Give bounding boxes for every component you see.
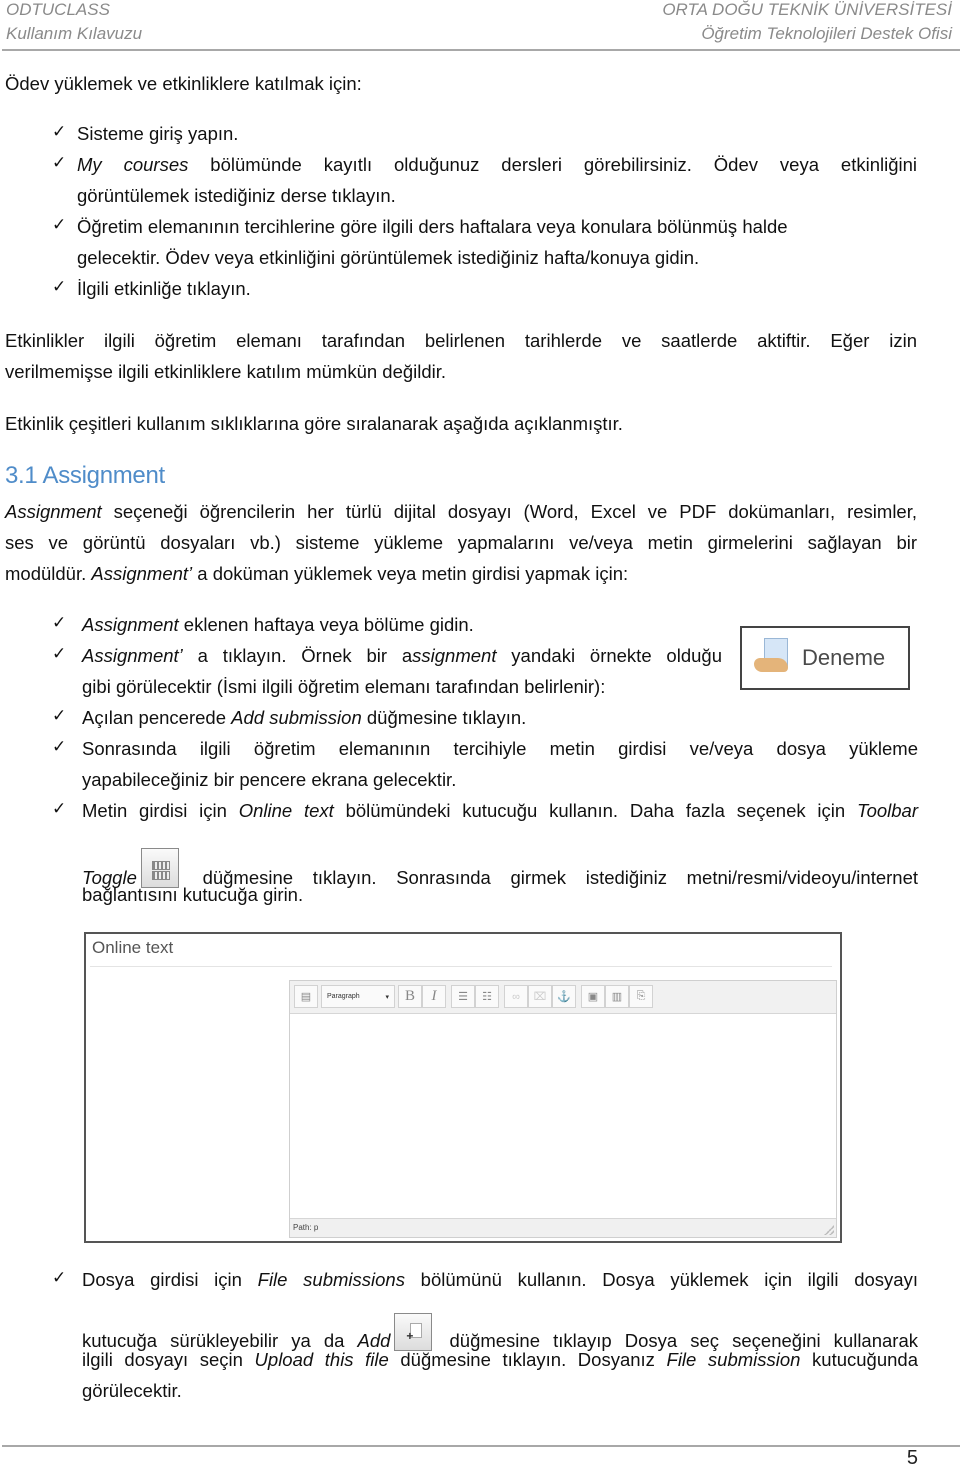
my-courses-term: My courses [77, 154, 189, 175]
file-manager-icon[interactable]: ⎘ [629, 985, 653, 1008]
header-right: ORTA DOĞU TEKNİK ÜNİVERSİTESİ Öğretim Te… [662, 0, 952, 46]
step-4: İlgili etkinliğe tıklayın. [77, 278, 251, 299]
upload-this-file-term: Upload this file [254, 1349, 389, 1370]
active-dates-line2: verilmemişse ilgili etkinliklere katılım… [5, 361, 447, 382]
assignment-term: Assignment [5, 501, 102, 522]
toolbar-toggle-icon[interactable]: ▤ [294, 985, 318, 1008]
desc-text: modüldür. [5, 563, 92, 584]
assign-step-2-line1: Assignment’ a tıklayın. Örnek bir assign… [82, 640, 722, 671]
section-desc-line1: Assignment seçeneği öğrencilerin her tür… [5, 496, 917, 527]
assignment-link-example[interactable]: Deneme [740, 626, 910, 690]
media-icon[interactable]: ▥ [605, 985, 629, 1008]
assignment-term: Assignment’ [82, 645, 183, 666]
format-select-value: Paragraph [327, 993, 360, 1000]
editor-toolbar: ▤ Paragraph ▾ B I ☰ ☷ ∞ ⌧ ⚓ ▣ ▥ ⎘ [290, 981, 836, 1014]
path-label: Path: p [293, 1223, 319, 1232]
footer-divider [2, 1445, 960, 1447]
check-icon: ✓ [52, 215, 67, 234]
step-text: bölümünü kullanın. Dosya yüklemek için i… [404, 1269, 918, 1290]
desc-text: a doküman yüklemek veya metin girdisi ya… [192, 563, 629, 584]
assign-step-5-line1: Metin girdisi için Online text bölümünde… [82, 795, 918, 826]
unordered-list-icon[interactable]: ☰ [451, 985, 475, 1008]
assign-step-3: Açılan pencerede Add submission düğmesin… [82, 702, 918, 733]
check-icon: ✓ [52, 613, 67, 632]
check-icon: ✓ [52, 644, 67, 663]
step-text: Açılan pencerede [82, 707, 232, 728]
step-text: Dosya girdisi için [82, 1269, 258, 1290]
step-text: eklenen haftaya veya bölüme gidin. [178, 614, 474, 635]
online-text-title: Online text [92, 938, 174, 957]
assign-step-4-line1: Sonrasında ilgili öğretim elemanının ter… [82, 738, 918, 759]
step-text: Metin girdisi için [82, 800, 239, 821]
assign-step-4-line2: yapabileceğiniz bir pencere ekrana gelec… [82, 769, 457, 790]
check-icon: ✓ [52, 799, 67, 818]
link-icon[interactable]: ∞ [504, 985, 528, 1008]
image-icon[interactable]: ▣ [581, 985, 605, 1008]
header-doc-title: Kullanım Kılavuzu [6, 24, 143, 43]
step-text: kutucuğunda [800, 1349, 918, 1370]
header-divider [2, 49, 960, 51]
check-icon: ✓ [52, 277, 67, 296]
step-2-line1: My courses bölümünde kayıtlı olduğunuz d… [77, 149, 917, 180]
step-3-line2: gelecektir. Ödev veya etkinliğini görünt… [77, 247, 700, 268]
header-left: ODTUCLASS Kullanım Kılavuzu [6, 0, 142, 46]
step-2-text: bölümünde kayıtlı olduğunuz dersleri gör… [188, 154, 918, 175]
toolbar-term: Toolbar [856, 800, 918, 821]
assignment-term: ssignment [412, 645, 497, 666]
check-icon: ✓ [52, 122, 67, 141]
assignment-term: Assignment’ [91, 563, 193, 584]
step-text: yandaki örnekte olduğu [496, 645, 722, 666]
header-product: ODTUCLASS [6, 0, 110, 19]
step-1: Sisteme giriş yapın. [77, 123, 239, 144]
format-select[interactable]: Paragraph ▾ [321, 985, 395, 1008]
page-header: ODTUCLASS Kullanım Kılavuzu ORTA DOĞU TE… [0, 0, 960, 51]
step-2-line2: görüntülemek istediğiniz derse tıklayın. [77, 185, 396, 206]
assign-step-6-line1: Dosya girdisi için File submissions bölü… [82, 1264, 918, 1295]
section-desc-line3: modüldür. Assignment’ a doküman yüklemek… [5, 558, 917, 589]
file-submission-term: File submission [666, 1349, 801, 1370]
step-text: bölümündeki kutucuğu kullanın. Daha fazl… [333, 800, 857, 821]
resize-handle-icon[interactable] [824, 1225, 834, 1235]
section-heading: 3.1 Assignment [5, 462, 165, 489]
file-submissions-term: File submissions [257, 1269, 405, 1290]
bold-icon[interactable]: B [398, 985, 422, 1008]
assign-step-5-line3: bağlantısını kutucuğa girin. [82, 884, 304, 905]
add-submission-term: Add submission [231, 707, 362, 728]
assign-step-6-line4: görülecektir. [82, 1380, 182, 1401]
assign-step-2-line2: gibi görülecektir (İsmi ilgili öğretim e… [82, 676, 606, 697]
unlink-icon[interactable]: ⌧ [528, 985, 552, 1008]
check-icon: ✓ [52, 153, 67, 172]
section-desc-line2: ses ve görüntü dosyaları vb.) sisteme yü… [5, 532, 917, 553]
step-text: a tıklayın. Örnek bir a [182, 645, 413, 666]
page-number: 5 [906, 1447, 918, 1469]
online-text-term: Online text [238, 800, 334, 821]
active-dates-line1: Etkinlikler ilgili öğretim elemanı taraf… [5, 330, 917, 351]
activity-types-text: Etkinlik çeşitleri kullanım sıklıklarına… [5, 413, 623, 434]
chevron-down-icon: ▾ [385, 993, 389, 1001]
anchor-icon[interactable]: ⚓ [552, 985, 576, 1008]
ordered-list-icon[interactable]: ☷ [475, 985, 499, 1008]
step-3-line1: Öğretim elemanının tercihlerine göre ilg… [77, 216, 788, 237]
online-text-editor-screenshot: Online text ▤ Paragraph ▾ B I ☰ ☷ ∞ ⌧ ⚓ ▣… [84, 932, 842, 1243]
assign-step-6-line3: ilgili dosyayı seçin Upload this file dü… [82, 1344, 918, 1375]
intro-text: Ödev yüklemek ve etkinliklere katılmak i… [5, 73, 362, 94]
editor-path-bar: Path: p [290, 1218, 836, 1237]
text-editor[interactable]: ▤ Paragraph ▾ B I ☰ ☷ ∞ ⌧ ⚓ ▣ ▥ ⎘ Path: p [289, 980, 837, 1238]
assignment-term: Assignment [82, 614, 179, 635]
header-office: Öğretim Teknolojileri Destek Ofisi [701, 24, 952, 43]
step-text: ilgili dosyayı seçin [82, 1349, 255, 1370]
title-divider [90, 966, 832, 967]
italic-icon[interactable]: I [422, 985, 446, 1008]
step-text: düğmesine tıklayın. [361, 707, 527, 728]
desc-text: seçeneği öğrencilerin her türlü dijital … [101, 501, 917, 522]
check-icon: ✓ [52, 706, 67, 725]
assignment-icon [754, 638, 796, 678]
step-text: düğmesine tıklayın. Dosyanız [388, 1349, 667, 1370]
header-university: ORTA DOĞU TEKNİK ÜNİVERSİTESİ [662, 0, 952, 19]
assignment-link-label: Deneme [802, 645, 886, 670]
check-icon: ✓ [52, 1268, 67, 1287]
check-icon: ✓ [52, 737, 67, 756]
